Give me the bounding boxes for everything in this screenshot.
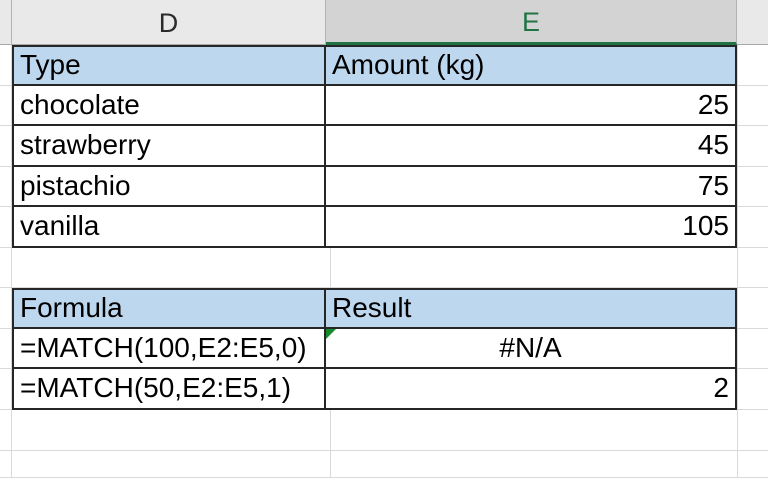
cell-E9[interactable]: 2 [326, 369, 737, 410]
cell-D7[interactable]: Formula [12, 288, 326, 329]
sheet-row-7: Formula Result [0, 288, 768, 329]
cell-E10[interactable] [331, 409, 738, 451]
cell-F8-partial[interactable] [737, 328, 768, 369]
cell-D5[interactable]: vanilla [12, 207, 326, 248]
sheet-row-8: =MATCH(100,E2:E5,0) #N/A [0, 328, 768, 369]
sheet-row-5: vanilla 105 [0, 207, 768, 248]
cell-F11-partial[interactable] [738, 451, 768, 478]
cell-E2[interactable]: 25 [326, 85, 737, 126]
cell-C7-partial[interactable] [0, 288, 12, 329]
cell-C1-partial[interactable] [0, 45, 12, 86]
cell-C10-partial[interactable] [0, 409, 12, 451]
column-header-e[interactable]: E [326, 0, 737, 45]
cell-F5-partial[interactable] [737, 207, 768, 248]
cell-E8-text: #N/A [499, 331, 562, 363]
cell-E3[interactable]: 45 [326, 126, 737, 167]
cell-F10-partial[interactable] [738, 410, 768, 451]
spreadsheet: D E Type Amount (kg) chocolate 25 strawb… [0, 0, 768, 478]
cell-F4-partial[interactable] [737, 166, 768, 207]
column-header-row: D E [0, 0, 768, 45]
cell-F3-partial[interactable] [737, 126, 768, 167]
sheet-row-3: strawberry 45 [0, 126, 768, 167]
cell-E7[interactable]: Result [326, 288, 737, 329]
cell-E8[interactable]: #N/A [326, 328, 737, 369]
cell-E4[interactable]: 75 [326, 166, 737, 207]
cell-C9-partial[interactable] [0, 369, 12, 410]
cell-E1[interactable]: Amount (kg) [326, 45, 737, 86]
cell-C2-partial[interactable] [0, 85, 12, 126]
sheet-row-10 [0, 409, 768, 451]
sheet-row-1: Type Amount (kg) [0, 45, 768, 86]
error-indicator-icon [326, 328, 336, 339]
cell-C6-partial[interactable] [0, 247, 12, 288]
cell-E5[interactable]: 105 [326, 207, 737, 248]
cell-E6[interactable] [331, 247, 738, 288]
cell-F7-partial[interactable] [737, 288, 768, 329]
cell-D8[interactable]: =MATCH(100,E2:E5,0) [12, 328, 326, 369]
cell-D1[interactable]: Type [12, 45, 326, 86]
cell-F2-partial[interactable] [737, 85, 768, 126]
cell-D6[interactable] [12, 247, 331, 288]
cell-C3-partial[interactable] [0, 126, 12, 167]
column-header-d[interactable]: D [12, 0, 326, 45]
sheet-row-9: =MATCH(50,E2:E5,1) 2 [0, 369, 768, 410]
cell-E11[interactable] [331, 450, 738, 478]
sheet-row-2: chocolate 25 [0, 85, 768, 126]
cell-D4[interactable]: pistachio [12, 166, 326, 207]
cell-F6-partial[interactable] [738, 248, 768, 288]
sheet-row-6 [0, 247, 768, 288]
column-header-f-partial[interactable] [737, 0, 768, 45]
cell-F1-partial[interactable] [737, 45, 768, 86]
cell-C8-partial[interactable] [0, 328, 12, 369]
cell-D2[interactable]: chocolate [12, 85, 326, 126]
cell-C5-partial[interactable] [0, 207, 12, 248]
cell-D3[interactable]: strawberry [12, 126, 326, 167]
column-header-c-partial[interactable] [0, 0, 12, 45]
cell-D11[interactable] [12, 450, 331, 478]
cell-C11-partial[interactable] [0, 450, 12, 478]
cell-D10[interactable] [12, 409, 331, 451]
cell-C4-partial[interactable] [0, 166, 12, 207]
sheet-row-11 [0, 450, 768, 478]
cell-D9[interactable]: =MATCH(50,E2:E5,1) [12, 369, 326, 410]
sheet-row-4: pistachio 75 [0, 166, 768, 207]
cell-F9-partial[interactable] [737, 369, 768, 410]
